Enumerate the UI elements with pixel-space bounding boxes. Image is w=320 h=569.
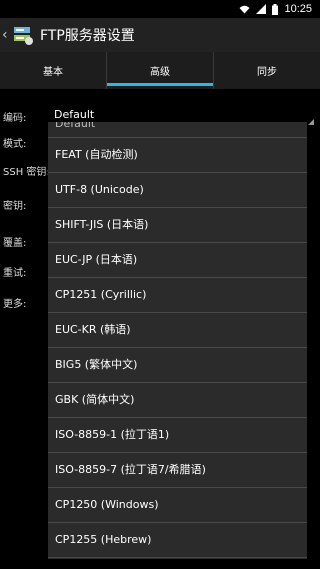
dropdown-option[interactable]: BIG5 (繁体中文) xyxy=(48,348,307,383)
tab-label: 高级 xyxy=(150,67,170,78)
tab-label: 基本 xyxy=(43,67,63,78)
status-bar: 10:25 xyxy=(0,0,320,18)
dropdown-option[interactable]: CP1250 (Windows) xyxy=(48,488,307,523)
dropdown-option[interactable]: ISO-8859-7 (拉丁语7/希腊语) xyxy=(48,453,307,488)
encoding-dropdown-list[interactable]: Default FEAT (自动检测) UTF-8 (Unicode) SHIF… xyxy=(48,122,307,559)
overwrite-label: 覆盖: xyxy=(3,238,27,249)
more-label: 更多: xyxy=(3,299,27,310)
encoding-select[interactable]: Default xyxy=(54,108,94,121)
action-bar: ‹ FTP服务器设置 xyxy=(0,18,320,52)
tab-basic[interactable]: 基本 xyxy=(0,52,107,89)
dropdown-option[interactable]: CP1251 (Cyrillic) xyxy=(48,278,307,313)
dropdown-option[interactable]: FEAT (自动检测) xyxy=(48,138,307,173)
dropdown-option[interactable]: Default xyxy=(48,122,307,138)
tab-advanced[interactable]: 高级 xyxy=(107,52,214,89)
mode-label: 模式: xyxy=(3,139,27,150)
dropdown-option[interactable]: UTF-8 (Unicode) xyxy=(48,173,307,208)
tab-label: 同步 xyxy=(257,67,277,78)
signal-icon xyxy=(256,4,267,14)
dropdown-option[interactable]: SHIFT-JIS (日本语) xyxy=(48,208,307,243)
tab-bar: 基本 高级 同步 xyxy=(0,52,320,89)
wifi-icon xyxy=(239,5,250,13)
ftp-server-app-icon[interactable] xyxy=(12,24,34,46)
encoding-label: 编码: xyxy=(3,113,27,124)
dropdown-arrow-icon xyxy=(308,119,314,125)
dropdown-option[interactable]: CP1255 (Hebrew) xyxy=(48,523,307,558)
retry-label: 重试: xyxy=(3,268,27,279)
chevron-left-icon[interactable]: ‹ xyxy=(2,27,12,43)
dropdown-option[interactable]: EUC-JP (日本语) xyxy=(48,243,307,278)
page-title: FTP服务器设置 xyxy=(40,28,135,44)
tab-sync[interactable]: 同步 xyxy=(214,52,320,89)
clock: 10:25 xyxy=(284,3,312,15)
dropdown-option[interactable]: ISO-8859-1 (拉丁语1) xyxy=(48,418,307,453)
key-label: 密钥: xyxy=(3,201,27,212)
status-icons xyxy=(239,3,279,15)
dropdown-option[interactable]: EUC-KR (韩语) xyxy=(48,313,307,348)
dropdown-option[interactable]: GBK (简体中文) xyxy=(48,383,307,418)
battery-icon xyxy=(272,3,279,15)
ssh-key-label: SSH 密钥: xyxy=(3,167,50,178)
